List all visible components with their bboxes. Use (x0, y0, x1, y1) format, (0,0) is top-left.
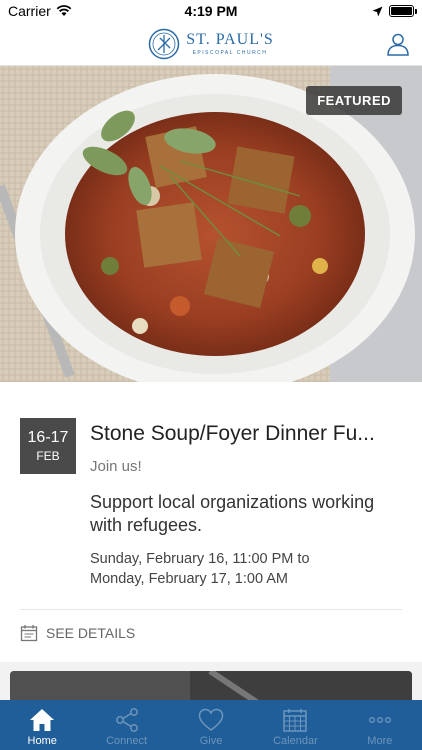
event-subtitle: Join us! (90, 458, 142, 475)
wifi-icon (56, 5, 72, 16)
church-logo[interactable]: ST. PAUL'S EPISCOPAL CHURCH (148, 28, 274, 60)
tab-bar: Home Connect Give Calendar More (0, 700, 422, 750)
calendar-icon (283, 709, 308, 732)
status-right (372, 5, 417, 17)
heart-icon (198, 708, 224, 731)
tab-home[interactable]: Home (0, 700, 84, 750)
more-icon (368, 717, 391, 723)
event-end: Monday, February 17, 1:00 AM (90, 571, 289, 587)
logo-emblem-icon (148, 28, 180, 59)
next-event-card[interactable] (10, 671, 412, 700)
status-left: Carrier (8, 3, 72, 19)
event-hero-image[interactable]: FEATURED (0, 66, 422, 382)
share-icon (115, 708, 138, 732)
event-time-range: Sunday, February 16, 11:00 PM to Monday,… (90, 549, 402, 589)
home-icon (30, 709, 55, 731)
next-event-image (10, 671, 412, 700)
status-bar: Carrier 4:19 PM (0, 0, 422, 22)
tab-calendar-label: Calendar (273, 735, 318, 747)
tab-connect[interactable]: Connect (84, 700, 168, 750)
see-details-label: SEE DETAILS (46, 625, 136, 641)
logo-title: ST. PAUL'S (186, 30, 274, 48)
battery-fill (391, 7, 412, 15)
event-start: Sunday, February 16, 11:00 PM to (90, 551, 310, 567)
featured-badge: FEATURED (306, 86, 402, 115)
tab-give[interactable]: Give (169, 700, 253, 750)
tab-more-label: More (367, 735, 393, 747)
tab-connect-label: Connect (106, 735, 148, 747)
profile-icon[interactable] (386, 32, 410, 56)
events-feed[interactable]: FEATURED 16-17 FEB Stone Soup/Foyer Dinn… (0, 66, 422, 700)
event-date-block: 16-17 FEB (20, 418, 76, 474)
featured-event-card[interactable]: FEATURED 16-17 FEB Stone Soup/Foyer Dinn… (0, 66, 422, 662)
tab-calendar[interactable]: Calendar (253, 700, 337, 750)
tab-give-label: Give (199, 735, 223, 747)
event-description: Support local organizations working with… (90, 492, 375, 535)
battery-icon (389, 5, 417, 17)
location-arrow-icon (372, 6, 383, 16)
event-date-days: 16-17 (27, 429, 69, 446)
app-header: ST. PAUL'S EPISCOPAL CHURCH (0, 22, 422, 66)
event-title[interactable]: Stone Soup/Foyer Dinner Fu... (90, 422, 402, 446)
event-card-body: 16-17 FEB Stone Soup/Foyer Dinner Fu... … (0, 382, 422, 589)
carrier-label: Carrier (8, 3, 51, 19)
logo-subtitle: EPISCOPAL CHURCH (192, 49, 268, 56)
event-info: Stone Soup/Foyer Dinner Fu... Join us! S… (90, 402, 402, 589)
calendar-details-icon (20, 625, 38, 642)
see-details-link[interactable]: SEE DETAILS (0, 610, 422, 662)
event-date-month: FEB (36, 449, 60, 463)
tab-more[interactable]: More (338, 700, 422, 750)
logo-text: ST. PAUL'S EPISCOPAL CHURCH (186, 30, 274, 56)
tab-home-label: Home (27, 735, 57, 747)
